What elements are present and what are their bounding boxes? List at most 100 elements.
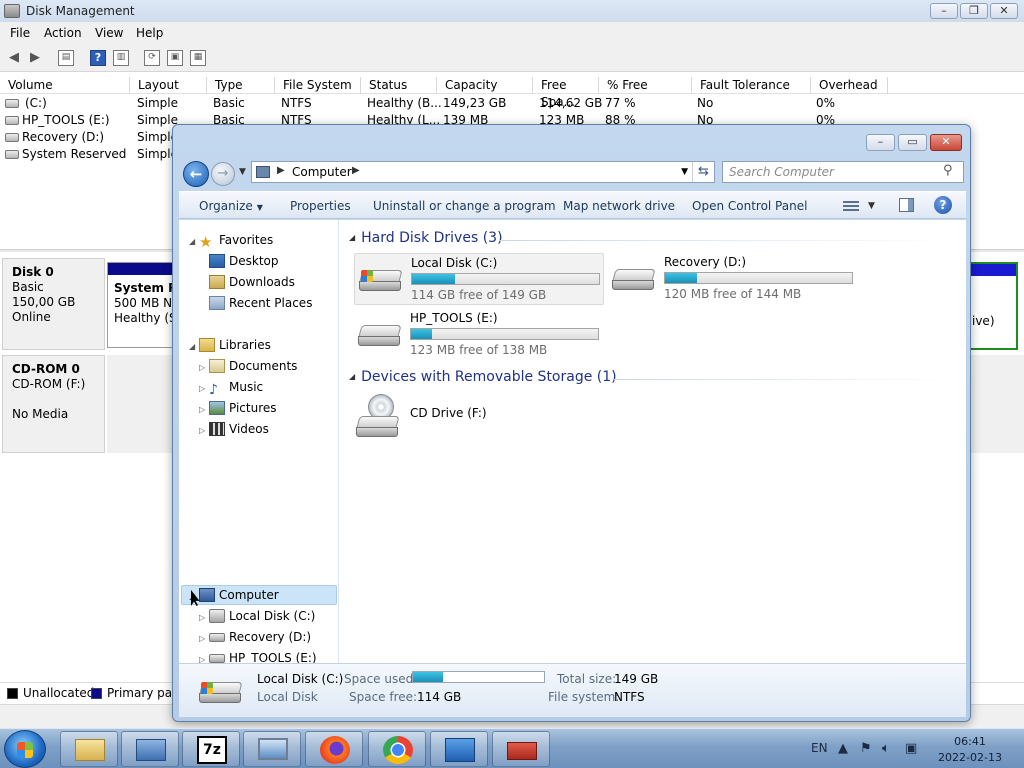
collapsed-triangle-icon[interactable]: ▷ [199, 421, 209, 441]
nav-music[interactable]: ▷ ♪ Music [199, 377, 263, 397]
properties-icon[interactable]: ▦ [190, 50, 206, 66]
col-status[interactable]: Status [361, 77, 437, 94]
volume-icon [5, 116, 19, 125]
address-dropdown-icon[interactable]: ▼ [681, 167, 688, 177]
properties-button[interactable]: Properties [290, 199, 351, 213]
table-row[interactable]: (C:) Simple Basic NTFS Healthy (B... 149… [0, 95, 1024, 112]
dm-close-button[interactable]: ✕ [990, 3, 1018, 19]
drive-hp-tools-e[interactable]: HP_TOOLS (E:) 123 MB free of 138 MB [354, 309, 604, 361]
dm-minimize-button[interactable]: – [930, 3, 958, 19]
taskbar-chrome[interactable] [368, 731, 426, 767]
start-button[interactable] [4, 730, 46, 768]
collapsed-triangle-icon[interactable]: ▷ [199, 379, 209, 399]
back-arrow-icon[interactable]: ◀ [6, 50, 22, 66]
collapsed-triangle-icon[interactable]: ▷ [199, 629, 209, 649]
refresh-icon[interactable]: ⟳ [144, 50, 160, 66]
forward-arrow-icon[interactable]: ▶ [27, 50, 43, 66]
col-capacity[interactable]: Capacity [437, 77, 533, 94]
menu-view[interactable]: View [95, 26, 123, 40]
view-options-icon[interactable] [843, 199, 859, 213]
system-reserved-partition[interactable]: System Re 500 MB NT Healthy (Sy [107, 262, 177, 348]
col-file-system[interactable]: File System [275, 77, 361, 94]
clock[interactable]: 06:41 2022-02-13 [930, 734, 1010, 766]
rescan-icon[interactable]: ▣ [167, 50, 183, 66]
view-dropdown-icon[interactable]: ▼ [868, 201, 875, 211]
address-bar[interactable]: ▶ Computer ▶ ▼ ⇆ [251, 161, 715, 183]
forward-button[interactable]: → [211, 162, 235, 186]
search-icon[interactable]: ⚲ [943, 163, 953, 178]
disk-0-label[interactable]: Disk 0 Basic 150,00 GB Online [2, 258, 105, 350]
col-type[interactable]: Type [207, 77, 275, 94]
taskbar-network[interactable] [243, 731, 301, 767]
nav-videos[interactable]: ▷ Videos [199, 419, 269, 439]
menu-action[interactable]: Action [44, 26, 82, 40]
documents-icon [209, 359, 225, 373]
col-free-space[interactable]: Free Spa... [533, 77, 599, 109]
expanded-triangle-icon[interactable]: ◢ [189, 337, 199, 357]
explorer-close-button[interactable]: ✕ [930, 134, 962, 151]
nav-recovery-d[interactable]: ▷ Recovery (D:) [199, 627, 311, 647]
drive-local-disk-c[interactable]: Local Disk (C:) 114 GB free of 149 GB [354, 253, 604, 305]
volume-icon[interactable]: 🔈︎ [882, 741, 890, 756]
collapse-group-icon[interactable]: ◢ [349, 372, 355, 381]
dm-restore-button[interactable]: ❐ [960, 3, 988, 19]
nav-desktop[interactable]: Desktop [209, 251, 279, 271]
group-removable-storage[interactable]: ◢ Devices with Removable Storage (1) [349, 369, 617, 385]
list-view-icon[interactable]: ▥ [113, 50, 129, 66]
help-icon[interactable]: ? [934, 196, 952, 214]
col-fault-tolerance[interactable]: Fault Tolerance [692, 77, 811, 94]
col-layout[interactable]: Layout [130, 77, 207, 94]
flag-icon[interactable]: ⚑ [860, 741, 872, 756]
menu-help[interactable]: Help [136, 26, 163, 40]
collapse-group-icon[interactable]: ◢ [349, 233, 355, 242]
computer-management-icon [136, 739, 166, 761]
menu-file[interactable]: File [10, 26, 30, 40]
nav-documents[interactable]: ▷ Documents [199, 356, 297, 376]
taskbar-store[interactable] [430, 731, 488, 767]
disk-management-title-bar[interactable]: Disk Management – ❐ ✕ [0, 0, 1024, 22]
nav-libraries[interactable]: ◢ Libraries [189, 335, 271, 355]
expanded-triangle-icon[interactable]: ◢ [189, 232, 199, 252]
open-control-panel-button[interactable]: Open Control Panel [692, 199, 807, 213]
nav-pictures[interactable]: ▷ Pictures [199, 398, 277, 418]
taskbar-computer-management[interactable] [121, 731, 179, 767]
breadcrumb-computer[interactable]: Computer [292, 165, 352, 179]
breadcrumb-chevron-icon[interactable]: ▶ [352, 165, 360, 176]
explorer-maximize-button[interactable]: ▭ [898, 134, 927, 151]
explorer-minimize-button[interactable]: – [866, 134, 895, 151]
back-button[interactable]: ← [183, 161, 209, 187]
breadcrumb-chevron-icon[interactable]: ▶ [277, 165, 285, 176]
drive-recovery-d[interactable]: Recovery (D:) 120 MB free of 144 MB [608, 253, 858, 305]
organize-button[interactable]: Organize ▼ [199, 199, 263, 213]
taskbar-7zip[interactable]: 7z [182, 731, 240, 767]
drive-cd-f[interactable]: CD Drive (F:) [354, 388, 604, 440]
tray-expand-icon[interactable]: ▲ [838, 741, 848, 756]
input-language[interactable]: EN [811, 741, 828, 755]
help-icon[interactable]: ? [90, 50, 106, 66]
nav-downloads[interactable]: Downloads [209, 272, 295, 292]
search-input[interactable] [722, 161, 964, 183]
cdrom-0-label[interactable]: CD-ROM 0 CD-ROM (F:) No Media [2, 355, 105, 453]
refresh-icon[interactable]: ⇆ [692, 162, 714, 182]
selected-partition[interactable]: ive) [968, 262, 1018, 350]
console-tree-icon[interactable]: ▤ [58, 50, 74, 66]
collapsed-triangle-icon[interactable]: ▷ [199, 400, 209, 420]
nav-favorites[interactable]: ◢ ★ Favorites [189, 230, 273, 250]
col-percent-free[interactable]: % Free [599, 77, 692, 94]
network-tray-icon[interactable]: ▣ [905, 741, 917, 756]
uninstall-program-button[interactable]: Uninstall or change a program [373, 199, 556, 213]
collapsed-triangle-icon[interactable]: ▷ [199, 358, 209, 378]
nav-recent-places[interactable]: Recent Places [209, 293, 312, 313]
col-volume[interactable]: Volume [0, 77, 130, 94]
taskbar-explorer[interactable] [60, 731, 118, 767]
nav-computer[interactable]: ◢Computer [189, 585, 279, 605]
preview-pane-icon[interactable] [899, 198, 914, 212]
nav-local-disk-c[interactable]: ▷ Local Disk (C:) [199, 606, 315, 626]
taskbar-firefox[interactable] [305, 731, 363, 767]
col-overhead[interactable]: Overhead [811, 77, 888, 94]
history-dropdown-icon[interactable]: ▼ [239, 167, 246, 177]
map-network-drive-button[interactable]: Map network drive [563, 199, 675, 213]
group-hard-disk-drives[interactable]: ◢ Hard Disk Drives (3) [349, 230, 503, 246]
taskbar-toolbox[interactable] [492, 731, 550, 767]
collapsed-triangle-icon[interactable]: ▷ [199, 608, 209, 628]
